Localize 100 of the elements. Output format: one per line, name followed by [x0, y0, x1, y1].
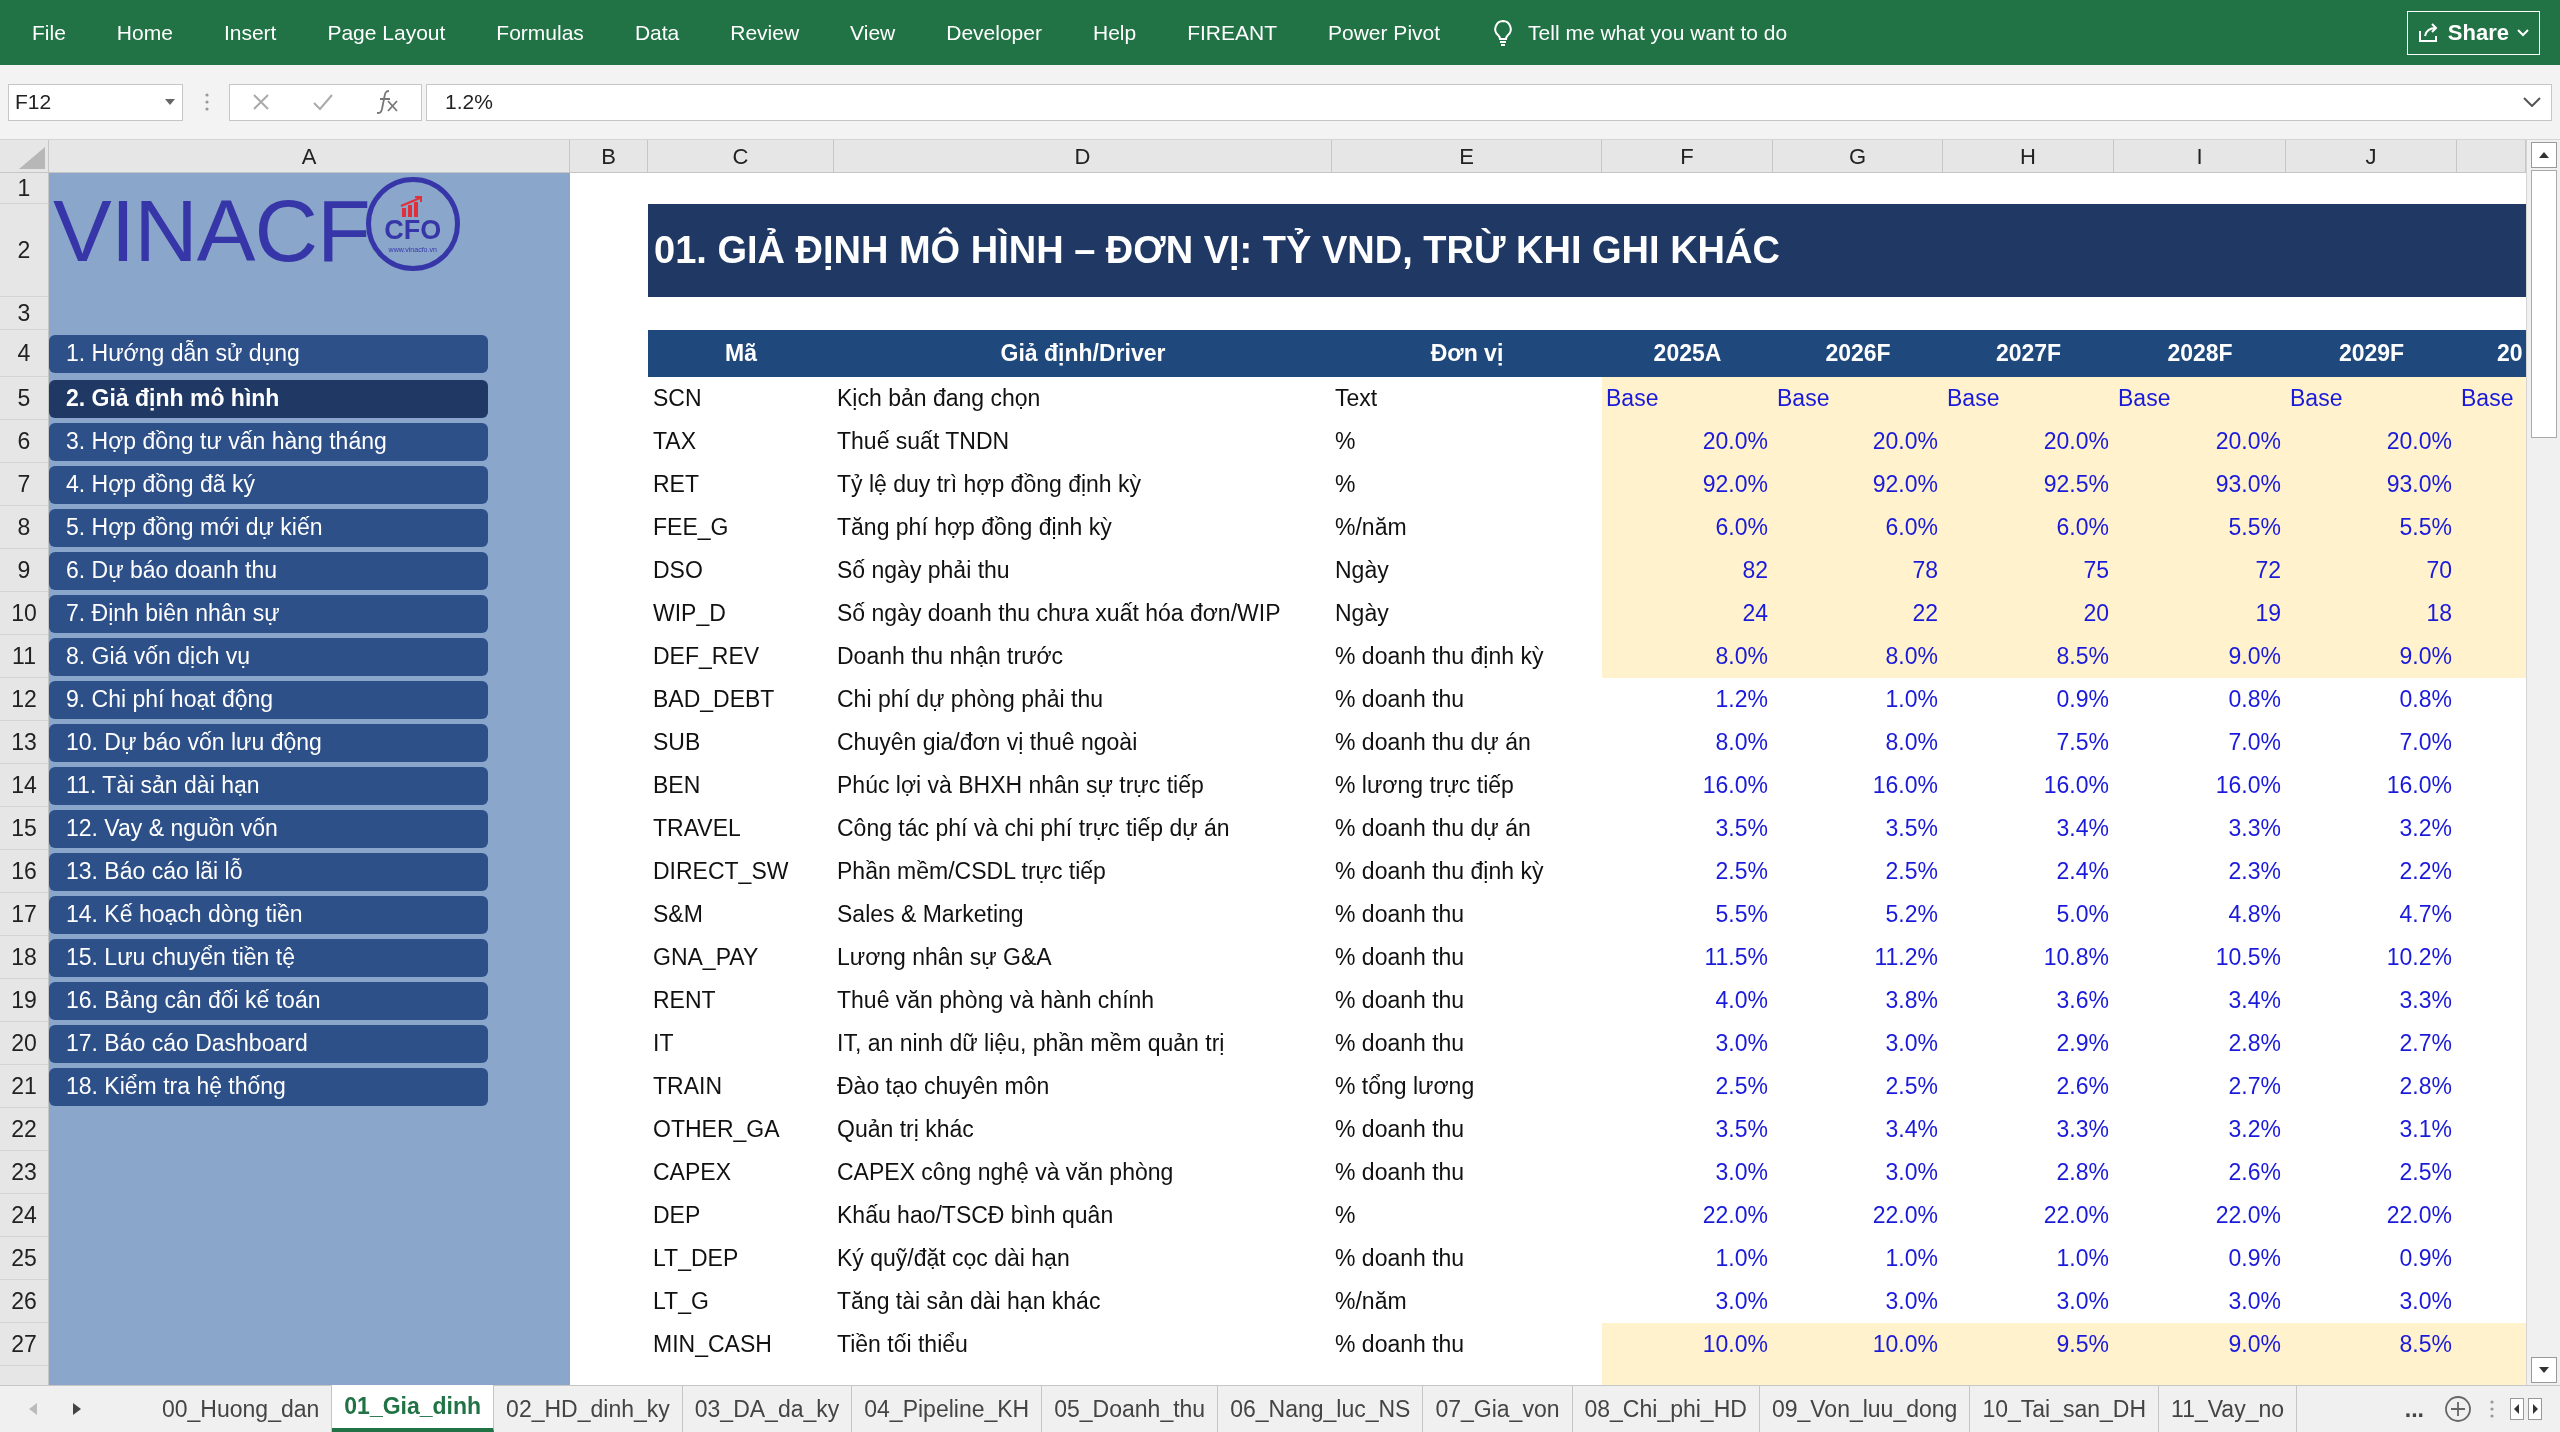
row-header[interactable]: 9: [0, 549, 48, 592]
scroll-up-button[interactable]: [2530, 142, 2557, 168]
column-header[interactable]: D: [834, 140, 1332, 172]
nav-button[interactable]: 3. Hợp đồng tư vấn hàng tháng: [49, 422, 488, 461]
drag-handle-icon[interactable]: [2490, 1400, 2494, 1418]
ribbon-tab[interactable]: Home: [116, 16, 173, 49]
row-header[interactable]: 18: [0, 936, 48, 979]
nav-button[interactable]: 10. Dự báo vốn lưu động: [49, 723, 488, 762]
sheet-tab[interactable]: 04_Pipeline_KH: [852, 1386, 1043, 1432]
lightbulb-icon[interactable]: [1492, 18, 1515, 47]
row-header[interactable]: 10: [0, 592, 48, 635]
nav-button[interactable]: 8. Giá vốn dịch vụ: [49, 637, 488, 676]
sheet-tab[interactable]: 02_HD_dinh_ky: [494, 1386, 683, 1432]
row-header[interactable]: 11: [0, 635, 48, 678]
next-sheet-icon[interactable]: [72, 1402, 82, 1416]
scroll-left-icon[interactable]: [2510, 1398, 2524, 1420]
scrollbar-thumb[interactable]: [2530, 170, 2557, 438]
row-header[interactable]: 3: [0, 297, 48, 330]
row-header[interactable]: 15: [0, 807, 48, 850]
tell-me-search[interactable]: Tell me what you want to do: [1528, 16, 1788, 49]
nav-button[interactable]: 14. Kế hoạch dòng tiền: [49, 895, 488, 934]
column-header[interactable]: C: [648, 140, 834, 172]
column-header[interactable]: H: [1943, 140, 2114, 172]
formula-input[interactable]: 1.2%: [426, 83, 2552, 121]
row-header[interactable]: 2: [0, 204, 48, 297]
table-cell-text: OTHER_GA: [652, 1115, 781, 1145]
row-header[interactable]: 14: [0, 764, 48, 807]
ribbon-tab[interactable]: Formulas: [496, 16, 584, 49]
row-header[interactable]: 23: [0, 1151, 48, 1194]
row-header[interactable]: 12: [0, 678, 48, 721]
column-header[interactable]: G: [1773, 140, 1943, 172]
ribbon-tab[interactable]: File: [32, 16, 66, 49]
column-header[interactable]: F: [1602, 140, 1773, 172]
sheet-tab[interactable]: 03_DA_da_ky: [682, 1386, 853, 1432]
add-sheet-icon[interactable]: [2444, 1395, 2472, 1423]
row-header[interactable]: 20: [0, 1022, 48, 1065]
nav-button[interactable]: 18. Kiểm tra hệ thống: [49, 1067, 488, 1106]
row-header[interactable]: 8: [0, 506, 48, 549]
nav-button[interactable]: 16. Bảng cân đối kế toán: [49, 981, 488, 1020]
column-header[interactable]: B: [570, 140, 648, 172]
row-header[interactable]: 1: [0, 173, 48, 204]
sheet-tab[interactable]: 09_Von_luu_dong: [1759, 1386, 1971, 1432]
sheet-tab[interactable]: 11_Vay_no: [2159, 1386, 2297, 1432]
row-header[interactable]: 19: [0, 979, 48, 1022]
row-header[interactable]: 17: [0, 893, 48, 936]
dropdown-icon[interactable]: [164, 98, 176, 106]
column-header[interactable]: E: [1332, 140, 1602, 172]
row-header[interactable]: 4: [0, 330, 48, 377]
nav-button[interactable]: 12. Vay & nguồn vốn: [49, 809, 488, 848]
nav-button[interactable]: 13. Báo cáo lãi lỗ: [49, 852, 488, 891]
nav-button[interactable]: 7. Định biên nhân sự: [49, 594, 488, 633]
drag-handle-icon[interactable]: [205, 93, 209, 111]
function-icon[interactable]: [374, 89, 401, 115]
nav-button[interactable]: 4. Hợp đồng đã ký: [49, 465, 488, 504]
row-header[interactable]: 27: [0, 1323, 48, 1366]
ribbon-tab[interactable]: Power Pivot: [1328, 16, 1441, 49]
nav-button[interactable]: 5. Hợp đồng mới dự kiến: [49, 508, 488, 547]
sheet-tab[interactable]: 10_Tai_san_DH: [1970, 1386, 2160, 1432]
row-header[interactable]: 6: [0, 420, 48, 463]
column-header[interactable]: I: [2114, 140, 2286, 172]
ribbon-tab[interactable]: FIREANT: [1187, 16, 1277, 49]
sheet-tab[interactable]: 07_Gia_von: [1423, 1386, 1573, 1432]
ribbon-tab[interactable]: Developer: [946, 16, 1042, 49]
nav-button[interactable]: 15. Lưu chuyển tiền tệ: [49, 938, 488, 977]
column-header[interactable]: A: [49, 140, 570, 172]
ribbon-tab[interactable]: Help: [1092, 16, 1137, 49]
nav-button[interactable]: 2. Giả định mô hình: [49, 379, 488, 418]
nav-button[interactable]: 6. Dự báo doanh thu: [49, 551, 488, 590]
row-header[interactable]: 21: [0, 1065, 48, 1108]
row-header[interactable]: 25: [0, 1237, 48, 1280]
row-header[interactable]: 16: [0, 850, 48, 893]
row-header[interactable]: 22: [0, 1108, 48, 1151]
ribbon-tab[interactable]: Page Layout: [327, 16, 446, 49]
input-cell: 18: [2286, 592, 2457, 635]
sheet-tab[interactable]: 01_Gia_dinh: [332, 1385, 495, 1432]
row-header[interactable]: 13: [0, 721, 48, 764]
input-cell: 6.0%: [1943, 506, 2114, 549]
share-button[interactable]: Share: [2406, 10, 2540, 55]
expand-icon[interactable]: [2523, 97, 2541, 107]
sheet-tab[interactable]: 05_Doanh_thu: [1042, 1386, 1219, 1432]
ribbon-tab[interactable]: View: [850, 16, 896, 49]
nav-button[interactable]: 17. Báo cáo Dashboard: [49, 1024, 488, 1063]
row-header[interactable]: 7: [0, 463, 48, 506]
row-header[interactable]: 24: [0, 1194, 48, 1237]
name-box[interactable]: F12: [8, 83, 183, 121]
nav-button[interactable]: 1. Hướng dẫn sử dụng: [49, 334, 488, 373]
checkmark-icon[interactable]: [311, 92, 334, 112]
scroll-right-icon[interactable]: [2528, 1398, 2542, 1420]
ribbon-tab[interactable]: Review: [730, 16, 800, 49]
row-header[interactable]: 5: [0, 377, 48, 420]
more-sheets-button[interactable]: ...: [2394, 1391, 2434, 1427]
sheet-tab[interactable]: 08_Chi_phi_HD: [1572, 1386, 1760, 1432]
ribbon-tab[interactable]: Data: [634, 16, 680, 49]
sheet-tab[interactable]: 06_Nang_luc_NS: [1218, 1386, 1424, 1432]
scroll-down-button[interactable]: [2530, 1357, 2557, 1383]
nav-button[interactable]: 11. Tài sản dài hạn: [49, 766, 488, 805]
nav-button[interactable]: 9. Chi phí hoạt động: [49, 680, 488, 719]
row-header[interactable]: 26: [0, 1280, 48, 1323]
ribbon-tab[interactable]: Insert: [223, 16, 277, 49]
column-header[interactable]: J: [2286, 140, 2457, 172]
